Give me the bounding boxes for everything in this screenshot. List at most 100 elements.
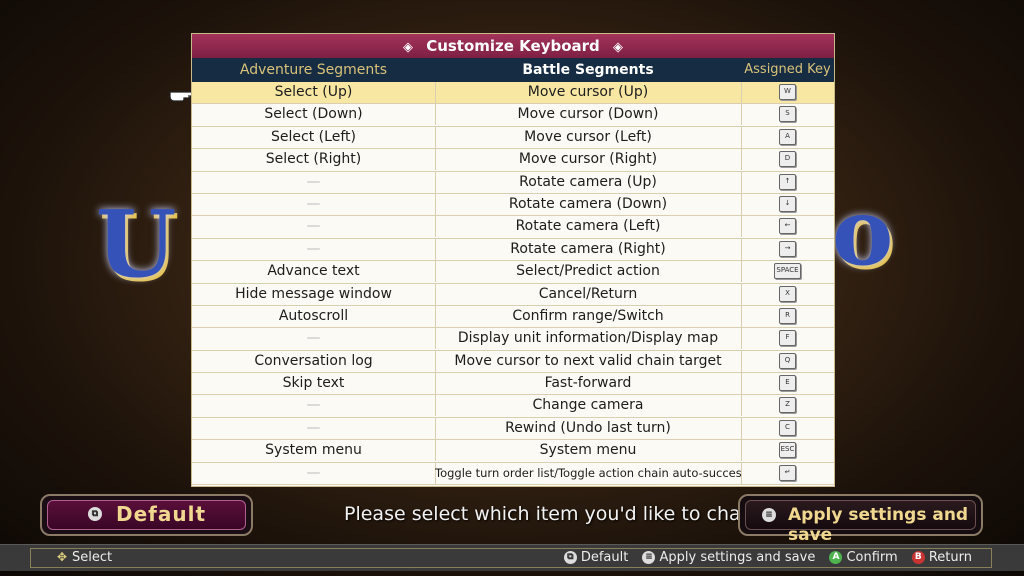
key-binding-row[interactable]: Hide message window Cancel/Return X [192,283,834,306]
default-button[interactable]: ⧉ Default [40,494,253,536]
hint-confirm: A Confirm [829,550,898,565]
adventure-action: Select (Up) [192,82,436,103]
battle-action: Move cursor to next valid chain target [435,350,742,372]
keycap-icon: ↓ [779,195,796,212]
adventure-action: — [192,462,436,484]
battle-action: System menu [435,440,742,462]
hint-return: B Return [911,550,972,565]
dialog-title: Customize Keyboard [426,37,600,55]
battle-action: Select/Predict action [435,261,742,283]
header-adventure: Adventure Segments [239,62,388,78]
assigned-key-cell: Z [741,395,834,416]
key-binding-row[interactable]: — Toggle turn order list/Toggle action ch… [192,462,834,486]
assigned-key-cell: S [741,104,834,125]
keycap-icon: ← [779,218,796,235]
keycap-icon: R [779,307,796,324]
default-button-label: Default [116,502,207,526]
assigned-key-cell: → [741,239,834,260]
apply-button-label: Apply settings and save [788,505,969,545]
key-binding-row[interactable]: Select (Down) Move cursor (Down) S [192,104,834,127]
battle-action: Move cursor (Right) [435,149,742,171]
adventure-action: — [192,395,436,417]
assigned-key-cell: W [741,82,834,103]
header-battle: Battle Segments [522,62,654,78]
assigned-key-cell: SPACE [741,261,834,282]
apply-settings-button[interactable]: ≡ Apply settings and save [738,494,983,545]
assigned-key-cell: R [741,306,834,327]
adventure-action: Advance text [192,261,436,283]
adventure-action: — [192,216,436,238]
key-binding-row[interactable]: System menu System menu ESC [192,440,834,463]
assigned-key-cell: D [741,149,834,170]
assigned-key-cell: A [741,127,834,148]
key-binding-row[interactable]: Select (Left) Move cursor (Left) A [192,126,834,150]
button-hint-bar: ✥ Select ⧉ Default ≡ Apply settings and sav… [0,544,1024,571]
key-binding-row[interactable]: — Rewind (Undo last turn) C [192,417,834,441]
battle-action: Rewind (Undo last turn) [435,417,742,439]
key-binding-row[interactable]: — Change camera Z [192,395,834,418]
adventure-action: — [192,193,436,215]
battle-action: Fast-forward [435,373,742,395]
keycap-icon: F [779,330,796,347]
battle-action: Change camera [435,395,742,417]
assigned-key-cell: ↵ [741,463,834,484]
key-binding-row[interactable]: — Display unit information/Display map F [192,328,834,351]
keycap-icon: Q [779,352,796,369]
key-binding-row[interactable]: — Rotate camera (Right) → [192,238,834,262]
assigned-key-cell: ↓ [741,194,834,215]
battle-action: Confirm range/Switch [435,305,742,327]
keycap-icon: ↑ [779,173,796,190]
key-binding-row[interactable]: Conversation log Move cursor to next vali… [192,350,834,374]
controller-menu-icon: ≡ [762,508,776,522]
header-assigned-key: Assigned Key [744,62,831,77]
adventure-action: Select (Right) [192,149,436,171]
hint-select: ✥ Select [56,550,113,565]
keycap-icon: S [779,106,796,123]
adventure-action: — [192,417,436,439]
controller-view-icon: ⧉ [88,507,102,521]
keycap-icon: W [779,84,796,100]
adventure-action: — [192,238,436,260]
table-header: Adventure Segments Battle Segments Assig… [192,58,834,82]
keycap-icon: → [779,240,796,257]
instruction-prompt: Please select which item you'd like to c… [344,503,783,525]
key-binding-list: Select (Up) Move cursor (Up) W Select (Down… [192,82,834,486]
battle-action: Cancel/Return [435,283,742,305]
view-button-icon: ⧉ [563,551,577,564]
keycap-icon: ↵ [779,464,796,481]
key-binding-row[interactable]: — Rotate camera (Left) ← [192,216,834,239]
keycap-icon: A [779,128,796,145]
keycap-icon: X [779,285,796,302]
hint-default: ⧉ Default [563,550,628,565]
adventure-action: Hide message window [192,283,436,305]
assigned-key-cell: ↑ [741,172,834,193]
key-binding-row[interactable]: Autoscroll Confirm range/Switch R [192,305,834,329]
keycap-icon: E [779,375,796,392]
background-logo-left: U [96,190,176,298]
battle-action: Toggle turn order list/Toggle action cha… [435,462,742,484]
key-binding-row[interactable]: Select (Right) Move cursor (Right) D [192,149,834,172]
battle-action: Rotate camera (Down) [435,193,742,215]
keycap-icon: C [779,419,796,436]
key-binding-row[interactable]: Skip text Fast-forward E [192,373,834,396]
key-binding-row[interactable]: — Rotate camera (Up) ↑ [192,171,834,194]
battle-action: Move cursor (Up) [435,82,742,103]
key-binding-row[interactable]: — Rotate camera (Down) ↓ [192,193,834,217]
assigned-key-cell: ESC [741,440,834,461]
keycap-icon: ESC [778,442,797,459]
adventure-action: System menu [192,440,436,462]
dpad-icon: ✥ [56,550,68,564]
hint-apply: ≡ Apply settings and save [642,550,815,565]
menu-button-icon: ≡ [642,551,656,564]
key-binding-row[interactable]: Advance text Select/Predict action SPACE [192,261,834,284]
battle-action: Rotate camera (Up) [435,171,742,193]
keycap-icon: D [779,151,796,168]
a-button-icon: A [829,551,843,564]
assigned-key-cell: X [741,284,834,305]
adventure-action: Skip text [192,373,436,395]
dialog-title-bar: ◈ Customize Keyboard ◈ [192,34,834,58]
background-logo-right: o [832,178,893,286]
assigned-key-cell: C [741,418,834,439]
b-button-icon: B [911,551,925,564]
key-binding-row[interactable]: Select (Up) Move cursor (Up) W [192,82,834,105]
